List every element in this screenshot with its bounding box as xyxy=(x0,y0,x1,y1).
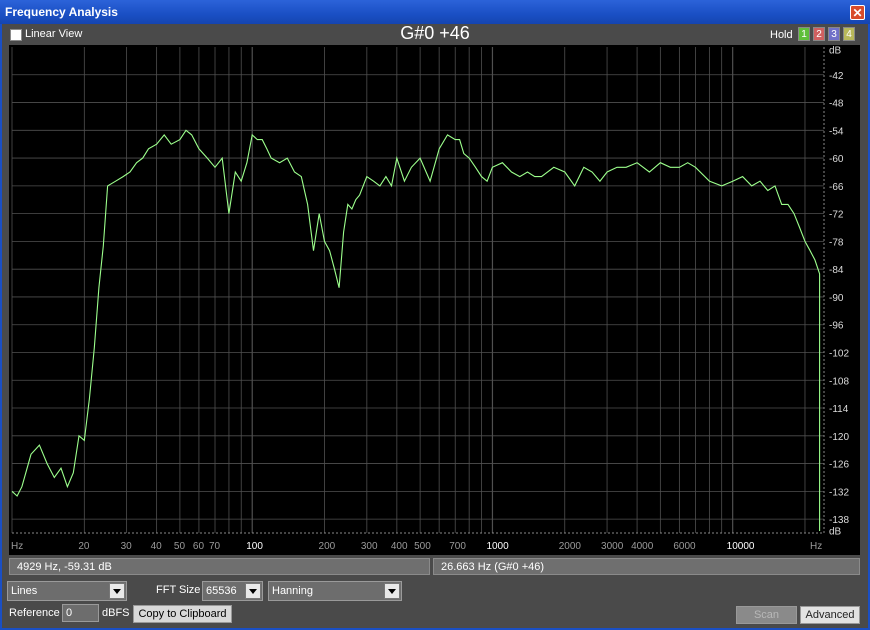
window-title: Frequency Analysis xyxy=(5,5,118,19)
y-tick-label: -72 xyxy=(829,210,844,221)
display-mode-value: Lines xyxy=(11,585,38,597)
hold-button-4[interactable]: 4 xyxy=(843,27,855,41)
y-tick-label: -84 xyxy=(829,265,844,276)
fft-size-select[interactable]: 65536 xyxy=(202,581,263,601)
display-mode-select[interactable]: Lines xyxy=(7,581,127,601)
x-tick-label: 30 xyxy=(121,541,133,552)
chevron-down-icon[interactable] xyxy=(384,583,400,599)
hold-button-3[interactable]: 3 xyxy=(828,27,840,41)
y-tick-label: -120 xyxy=(829,432,849,443)
scan-button[interactable]: Scan xyxy=(736,606,797,624)
close-button[interactable]: ✕ xyxy=(850,5,865,20)
y-tick-label: -42 xyxy=(829,71,844,82)
x-tick-label: 2000 xyxy=(559,541,582,552)
fft-size-label: FFT Size xyxy=(156,584,201,596)
x-tick-label: 400 xyxy=(391,541,408,552)
x-tick-label: 100 xyxy=(246,541,263,552)
reference-input[interactable]: 0 xyxy=(62,604,99,622)
y-tick-label: -60 xyxy=(829,154,844,165)
y-tick-label: -102 xyxy=(829,348,849,359)
y-tick-label: -132 xyxy=(829,487,849,498)
y-tick-label: -48 xyxy=(829,99,844,110)
x-tick-label: 4000 xyxy=(631,541,654,552)
y-tick-label: -126 xyxy=(829,460,849,471)
x-tick-label: 700 xyxy=(449,541,466,552)
x-tick-label: 20 xyxy=(78,541,90,552)
spectrum-chart: dB -42 -48 -54 -60 -66 -72 -78 -84 -90 -96 -102 -108… xyxy=(11,45,849,552)
y-tick-label: -138 xyxy=(829,515,849,526)
y-tick-label: -90 xyxy=(829,293,844,304)
reference-label: Reference xyxy=(9,607,60,619)
advanced-button[interactable]: Advanced xyxy=(800,606,860,624)
pitch-note-readout: G#0 +46 xyxy=(400,23,470,43)
x-tick-label: 300 xyxy=(361,541,378,552)
x-tick-label: 70 xyxy=(209,541,221,552)
title-bar: Frequency Analysis ✕ xyxy=(0,0,870,24)
y-axis-unit-label: dB xyxy=(829,45,842,56)
cursor-readout: 4929 Hz, -59.31 dB xyxy=(9,558,430,575)
x-tick-label: 500 xyxy=(414,541,431,552)
peak-readout: 26.663 Hz (G#0 +46) xyxy=(433,558,860,575)
spectrum-plot[interactable]: dB -42 -48 -54 -60 -66 -72 -78 -84 -90 -96 -102 -108… xyxy=(9,45,860,555)
x-tick-label: 50 xyxy=(174,541,186,552)
x-tick-label: 40 xyxy=(151,541,163,552)
y-tick-label: -108 xyxy=(829,376,849,387)
x-tick-label: 3000 xyxy=(601,541,624,552)
x-tick-label: 1000 xyxy=(486,541,509,552)
x-axis-unit-label: Hz xyxy=(11,541,23,552)
y-tick-label: -54 xyxy=(829,126,844,137)
copy-to-clipboard-button[interactable]: Copy to Clipboard xyxy=(133,605,232,623)
x-tick-label: 60 xyxy=(193,541,205,552)
spectrum-series-line xyxy=(11,129,821,531)
x-tick-label: 6000 xyxy=(673,541,696,552)
x-tick-label: 200 xyxy=(319,541,336,552)
y-axis-unit-label: dB xyxy=(829,527,842,538)
y-tick-label: -114 xyxy=(829,404,849,415)
hold-button-1[interactable]: 1 xyxy=(798,27,810,41)
hold-button-2[interactable]: 2 xyxy=(813,27,825,41)
window-function-value: Hanning xyxy=(272,585,313,597)
x-axis-unit-label: Hz xyxy=(810,541,822,552)
x-tick-label: 10000 xyxy=(727,541,755,552)
y-tick-label: -66 xyxy=(829,182,844,193)
chevron-down-icon[interactable] xyxy=(109,583,125,599)
fft-size-value: 65536 xyxy=(206,585,237,597)
hold-label: Hold xyxy=(770,29,793,41)
reference-unit: dBFS xyxy=(102,607,130,619)
y-tick-label: -96 xyxy=(829,321,844,332)
chevron-down-icon[interactable] xyxy=(245,583,261,599)
window-function-select[interactable]: Hanning xyxy=(268,581,402,601)
y-tick-label: -78 xyxy=(829,237,844,248)
